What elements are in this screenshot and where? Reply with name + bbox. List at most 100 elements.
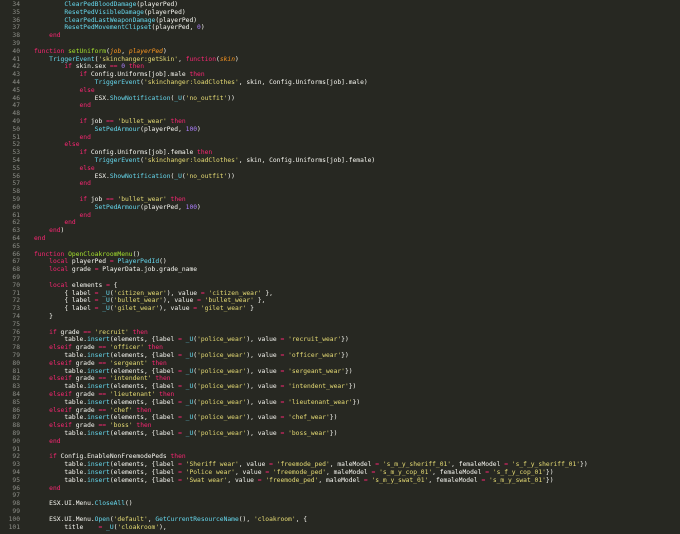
code-line[interactable]: 91 bbox=[0, 446, 680, 454]
code-line[interactable]: 53 if Config.Uniforms[job].female then bbox=[0, 149, 680, 157]
code-line[interactable]: 63 end) bbox=[0, 227, 680, 235]
line-number: 51 bbox=[12, 133, 20, 141]
code-token: } bbox=[246, 305, 254, 313]
code-token: _U bbox=[174, 172, 182, 180]
code-line[interactable]: 92 if Config.EnableNonFreemodePeds then bbox=[0, 453, 680, 461]
code-token: _U bbox=[102, 297, 110, 305]
code-line[interactable]: 44 TriggerEvent('skinchanger:loadClothes… bbox=[0, 79, 680, 87]
code-line[interactable]: 83 table.insert(elements, {label = _U('p… bbox=[0, 383, 680, 391]
code-line[interactable]: 45 else bbox=[0, 87, 680, 95]
code-token: }) bbox=[580, 461, 588, 469]
code-token: == bbox=[98, 422, 107, 430]
code-token: 'no_outfit' bbox=[185, 172, 228, 180]
code-line[interactable]: 38 end bbox=[0, 32, 680, 40]
code-line[interactable]: 61 end bbox=[0, 212, 680, 220]
code-line[interactable]: 95 table.insert(elements, {label = 'Swat… bbox=[0, 477, 680, 485]
code-line[interactable]: 51 end bbox=[0, 134, 680, 142]
code-token: elseif bbox=[49, 422, 72, 430]
code-line[interactable]: 80 elseif grade == 'sergeant' then bbox=[0, 360, 680, 368]
code-line[interactable]: 94 table.insert(elements, {label = 'Poli… bbox=[0, 469, 680, 477]
code-line[interactable]: 87 table.insert(elements, {label = _U('p… bbox=[0, 414, 680, 422]
code-line[interactable]: 58 bbox=[0, 188, 680, 196]
code-line[interactable]: 99 bbox=[0, 508, 680, 516]
code-text: else bbox=[34, 165, 95, 172]
code-line[interactable]: 97 bbox=[0, 492, 680, 500]
code-line[interactable]: 74 } bbox=[0, 313, 680, 321]
code-line[interactable]: 59 if job == 'bullet_wear' then bbox=[0, 196, 680, 204]
code-line[interactable]: 84 elseif grade == 'lieutenant' then bbox=[0, 391, 680, 399]
code-line[interactable]: 57 end bbox=[0, 180, 680, 188]
code-line[interactable]: 71 { label = _U('citizen_wear'), value =… bbox=[0, 290, 680, 298]
code-line[interactable]: 76 if grade == 'recruit' then bbox=[0, 329, 680, 337]
code-line[interactable]: 64 end bbox=[0, 235, 680, 243]
line-number: 96 bbox=[12, 484, 20, 492]
code-token: 'freemode_ped' bbox=[276, 461, 330, 469]
code-line[interactable]: 43 if Config.Uniforms[job].male then bbox=[0, 71, 680, 79]
code-line[interactable]: 41 TriggerEvent('skinchanger:getSkin', f… bbox=[0, 56, 680, 64]
code-token: == bbox=[106, 196, 114, 203]
code-token: , bbox=[178, 55, 186, 63]
code-line[interactable]: 55 else bbox=[0, 165, 680, 173]
code-text: TriggerEvent('skinchanger:loadClothes', … bbox=[34, 157, 376, 164]
code-line[interactable]: 36 ClearPedLastWeaponDamage(playerPed) bbox=[0, 17, 680, 25]
code-line[interactable]: 37 ResetPedMovementClipset(playerPed, 0) bbox=[0, 24, 680, 32]
code-token: ResetPedMovementClipset bbox=[64, 24, 152, 32]
code-text: table.insert(elements, {label = _U('poli… bbox=[34, 383, 356, 390]
code-line[interactable]: 42 if skin.sex == 0 then bbox=[0, 63, 680, 71]
code-line[interactable]: 65 bbox=[0, 243, 680, 251]
code-token: { label bbox=[34, 289, 95, 297]
code-line[interactable]: 101 title = _U('cloakroom'), bbox=[0, 524, 680, 532]
code-line[interactable]: 40 function setUniform(job, playerPed) bbox=[0, 48, 680, 56]
code-line[interactable]: 67 local playerPed = PlayerPedId() bbox=[0, 258, 680, 266]
code-line[interactable]: 98 ESX.UI.Menu.CloseAll() bbox=[0, 500, 680, 508]
code-token: if bbox=[64, 63, 72, 71]
code-token: table. bbox=[34, 476, 88, 484]
code-line[interactable]: 78 elseif grade == 'officer' then bbox=[0, 344, 680, 352]
code-line[interactable]: 60 SetPedArmour(playerPed, 100) bbox=[0, 204, 680, 212]
code-line[interactable]: 49 if job == 'bullet_wear' then bbox=[0, 118, 680, 126]
code-line[interactable]: 47 end bbox=[0, 102, 680, 110]
code-token: ), value bbox=[246, 367, 281, 375]
code-line[interactable]: 90 end bbox=[0, 438, 680, 446]
code-text: if grade == 'recruit' then bbox=[34, 329, 148, 336]
code-line[interactable]: 100 ESX.UI.Menu.Open('default', GetCurre… bbox=[0, 516, 680, 524]
code-line[interactable]: 82 elseif grade == 'intendent' then bbox=[0, 375, 680, 383]
code-line[interactable]: 81 table.insert(elements, {label = _U('p… bbox=[0, 368, 680, 376]
code-line[interactable]: 75 bbox=[0, 321, 680, 329]
code-line[interactable]: 72 { label = _U('bullet_wear'), value = … bbox=[0, 297, 680, 305]
code-token: 'recruit_wear' bbox=[288, 336, 342, 344]
line-number: 85 bbox=[12, 398, 20, 406]
code-line[interactable]: 96 end bbox=[0, 485, 680, 493]
code-line[interactable]: 48 bbox=[0, 110, 680, 118]
code-line[interactable]: 62 end bbox=[0, 219, 680, 227]
code-line[interactable]: 50 SetPedArmour(playerPed, 100) bbox=[0, 126, 680, 134]
code-line[interactable]: 52 else bbox=[0, 141, 680, 149]
code-line[interactable]: 66 function OpenCloakroomMenu() bbox=[0, 251, 680, 259]
code-token: end bbox=[49, 227, 61, 235]
code-line[interactable]: 73 { label = _U('gilet_wear'), value = '… bbox=[0, 305, 680, 313]
code-line[interactable]: 34 ClearPedBloodDamage(playerPed) bbox=[0, 1, 680, 9]
code-line[interactable]: 69 bbox=[0, 274, 680, 282]
code-line[interactable]: 85 table.insert(elements, {label = _U('p… bbox=[0, 399, 680, 407]
code-line[interactable]: 46 ESX.ShowNotification(_U('no_outfit')) bbox=[0, 95, 680, 103]
code-line[interactable]: 35 ResetPedVisibleDamage(playerPed) bbox=[0, 9, 680, 17]
code-line[interactable]: 56 ESX.ShowNotification(_U('no_outfit')) bbox=[0, 173, 680, 181]
code-token: 's_m_y_swat_01' bbox=[371, 476, 429, 484]
code-line[interactable]: 79 table.insert(elements, {label = _U('p… bbox=[0, 352, 680, 360]
code-line[interactable]: 77 table.insert(elements, {label = _U('p… bbox=[0, 336, 680, 344]
code-token: 'recruit' bbox=[94, 328, 129, 336]
code-token: end bbox=[79, 102, 91, 110]
code-line[interactable]: 54 TriggerEvent('skinchanger:loadClothes… bbox=[0, 157, 680, 165]
code-editor[interactable]: 34 ClearPedBloodDamage(playerPed) 35 Rese… bbox=[0, 0, 680, 534]
code-line[interactable]: 39 bbox=[0, 40, 680, 48]
code-line[interactable]: 88 elseif grade == 'boss' then bbox=[0, 422, 680, 430]
code-token: }) bbox=[352, 398, 361, 406]
code-line[interactable]: 70 local elements = { bbox=[0, 282, 680, 290]
code-line[interactable]: 86 elseif grade == 'chef' then bbox=[0, 407, 680, 415]
code-line[interactable]: 68 local grade = PlayerData.job.grade_na… bbox=[0, 266, 680, 274]
code-line[interactable]: 89 table.insert(elements, {label = _U('p… bbox=[0, 430, 680, 438]
code-token: , maleModel bbox=[325, 469, 372, 476]
code-token: end bbox=[49, 32, 61, 40]
code-token: insert bbox=[87, 383, 110, 391]
code-line[interactable]: 93 table.insert(elements, {label = 'Sher… bbox=[0, 461, 680, 469]
